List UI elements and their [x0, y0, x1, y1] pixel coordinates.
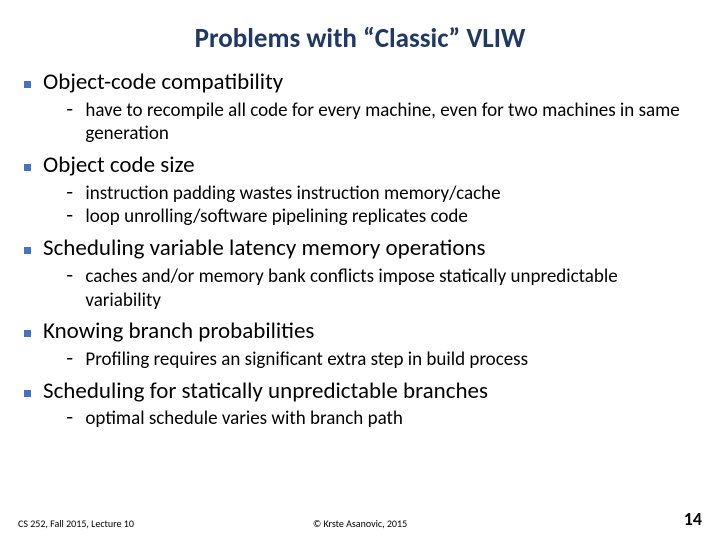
- bullet-item: Object code size: [24, 152, 696, 180]
- dash-icon: -: [64, 265, 75, 289]
- sub-bullet-text: have to recompile all code for every mac…: [85, 99, 696, 147]
- sub-bullet-text: caches and/or memory bank conflicts impo…: [85, 265, 696, 313]
- sub-bullet-item: - instruction padding wastes instruction…: [64, 182, 696, 206]
- square-bullet-icon: [24, 164, 31, 171]
- slide-title: Problems with “Classic” VLIW: [0, 0, 720, 63]
- dash-icon: -: [64, 182, 75, 206]
- slide: Problems with “Classic” VLIW Object-code…: [0, 0, 720, 540]
- sub-bullet-text: optimal schedule varies with branch path: [85, 407, 402, 431]
- page-number: 14: [684, 508, 702, 530]
- bullet-text: Scheduling variable latency memory opera…: [43, 235, 486, 263]
- sub-list: - optimal schedule varies with branch pa…: [64, 407, 696, 431]
- sub-list: - caches and/or memory bank conflicts im…: [64, 265, 696, 313]
- sub-bullet-item: - have to recompile all code for every m…: [64, 99, 696, 147]
- slide-content: Object-code compatibility - have to reco…: [0, 69, 720, 431]
- dash-icon: -: [64, 407, 75, 431]
- sub-bullet-item: - Profiling requires an significant extr…: [64, 348, 696, 372]
- square-bullet-icon: [24, 330, 31, 337]
- slide-footer: © Krste Asanovic, 2015 CS 252, Fall 2015…: [0, 508, 720, 530]
- bullet-text: Knowing branch probabilities: [43, 318, 314, 346]
- bullet-text: Object code size: [43, 152, 195, 180]
- sub-bullet-text: loop unrolling/software pipelining repli…: [85, 205, 467, 229]
- sub-list: - Profiling requires an significant extr…: [64, 348, 696, 372]
- sub-bullet-text: instruction padding wastes instruction m…: [85, 182, 500, 206]
- sub-bullet-text: Profiling requires an significant extra …: [85, 348, 528, 372]
- bullet-item: Knowing branch probabilities: [24, 318, 696, 346]
- sub-list: - have to recompile all code for every m…: [64, 99, 696, 147]
- bullet-text: Scheduling for statically unpredictable …: [43, 378, 488, 406]
- square-bullet-icon: [24, 81, 31, 88]
- square-bullet-icon: [24, 247, 31, 254]
- sub-bullet-item: - caches and/or memory bank conflicts im…: [64, 265, 696, 313]
- footer-course-info: CS 252, Fall 2015, Lecture 10: [18, 517, 134, 530]
- bullet-item: Object-code compatibility: [24, 69, 696, 97]
- bullet-item: Scheduling for statically unpredictable …: [24, 378, 696, 406]
- dash-icon: -: [64, 99, 75, 123]
- square-bullet-icon: [24, 390, 31, 397]
- sub-bullet-item: - optimal schedule varies with branch pa…: [64, 407, 696, 431]
- bullet-text: Object-code compatibility: [43, 69, 283, 97]
- dash-icon: -: [64, 348, 75, 372]
- dash-icon: -: [64, 205, 75, 229]
- sub-list: - instruction padding wastes instruction…: [64, 182, 696, 230]
- bullet-item: Scheduling variable latency memory opera…: [24, 235, 696, 263]
- sub-bullet-item: - loop unrolling/software pipelining rep…: [64, 205, 696, 229]
